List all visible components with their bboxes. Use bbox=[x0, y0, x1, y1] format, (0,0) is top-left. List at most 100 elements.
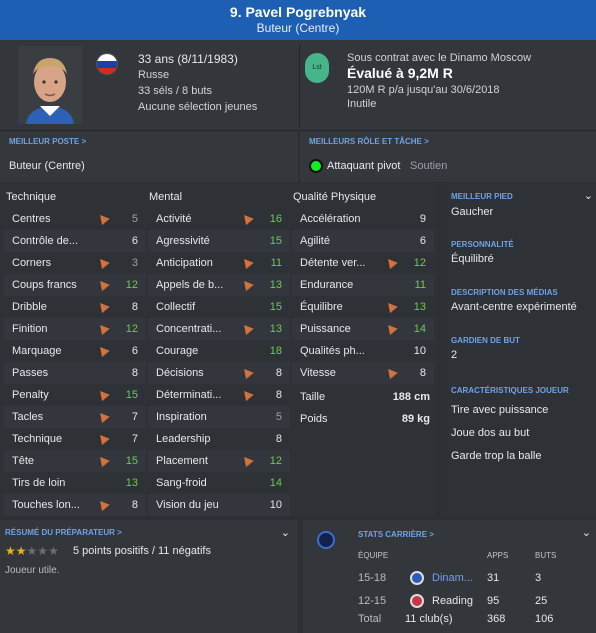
contract-info: Sous contrat avec le Dinamo Moscow Évalu… bbox=[347, 51, 531, 111]
career-team[interactable]: Dinam... bbox=[432, 572, 473, 584]
career-apps: 31 bbox=[487, 572, 500, 584]
attribute-value: 8 bbox=[275, 433, 282, 445]
career-team[interactable]: 11 club(s) bbox=[405, 613, 452, 625]
chevron-down-icon[interactable]: ⌄ bbox=[582, 526, 591, 539]
best-role-link[interactable]: MEILLEURS RÔLE ET TÂCHE > bbox=[309, 137, 429, 146]
attribute-row: Corners 3 bbox=[4, 252, 146, 274]
player-name: 9. Pavel Pogrebnyak bbox=[229, 4, 367, 20]
attribute-value: 9 bbox=[419, 213, 426, 225]
best-position-link[interactable]: MEILLEUR POSTE > bbox=[9, 137, 86, 146]
attribute-value: 8 bbox=[131, 499, 138, 511]
attribute-name: Puissance bbox=[300, 323, 351, 335]
attribute-row: Placement 12 bbox=[148, 450, 290, 472]
best-role-value: Attaquant pivot bbox=[327, 160, 401, 172]
attribute-name: Passes bbox=[12, 367, 49, 379]
career-goals: 25 bbox=[535, 595, 548, 607]
career-stats-link[interactable]: STATS CARRIÈRE > bbox=[358, 530, 434, 539]
attribute-name: Technique bbox=[12, 433, 63, 445]
attribute-row: Déterminati... 8 bbox=[148, 384, 290, 406]
career-apps: 95 bbox=[487, 595, 500, 607]
attribute-row: Coups francs 12 bbox=[4, 274, 146, 296]
best-position-panel: MEILLEUR POSTE > Buteur (Centre) bbox=[0, 131, 298, 182]
player-caps: 33 séls / 8 buts bbox=[138, 85, 212, 97]
attribute-value: 13 bbox=[413, 301, 426, 313]
attribute-row: Tirs de loin 13 bbox=[4, 472, 146, 494]
attributes-panel: Technique Mental Qualité Physique Centre… bbox=[0, 183, 438, 516]
focus-arrow-icon bbox=[96, 343, 110, 358]
coach-report-link[interactable]: RÉSUMÉ DU PRÉPARATEUR > bbox=[5, 528, 122, 537]
attribute-row: Qualités ph... 10 bbox=[292, 340, 434, 362]
club-crest-icon bbox=[410, 594, 424, 608]
attribute-row: Endurance 11 bbox=[292, 274, 434, 296]
attribute-value: 10 bbox=[413, 345, 426, 357]
focus-arrow-icon bbox=[96, 211, 110, 226]
best-role-panel: MEILLEURS RÔLE ET TÂCHE > Attaquant pivo… bbox=[300, 131, 596, 182]
personality-value: Équilibré bbox=[451, 253, 494, 265]
attribute-value: 15 bbox=[269, 301, 282, 313]
best-position-value: Buteur (Centre) bbox=[9, 160, 85, 172]
star-icon: ★ bbox=[26, 544, 38, 558]
attribute-row: Dribble 8 bbox=[4, 296, 146, 318]
attribute-value: 6 bbox=[419, 235, 426, 247]
attribute-row: Tête 15 bbox=[4, 450, 146, 472]
attribute-name: Vitesse bbox=[300, 367, 336, 379]
focus-arrow-icon bbox=[384, 365, 398, 380]
focus-arrow-icon bbox=[96, 409, 110, 424]
coach-report-panel: RÉSUMÉ DU PRÉPARATEUR > ⌄ ★★★★★ 5 points… bbox=[0, 520, 298, 633]
career-team[interactable]: Reading bbox=[432, 595, 473, 607]
player-photo bbox=[18, 46, 82, 124]
attribute-value: 12 bbox=[125, 279, 138, 291]
coach-summary: 5 points positifs / 11 négatifs bbox=[73, 545, 211, 557]
attribute-row: Leadership 8 bbox=[148, 428, 290, 450]
attribute-name: Finition bbox=[12, 323, 48, 335]
attribute-value: 13 bbox=[269, 323, 282, 335]
coach-note: Joueur utile. bbox=[5, 565, 60, 576]
attribute-name: Activité bbox=[156, 213, 192, 225]
attribute-row: Courage 18 bbox=[148, 340, 290, 362]
attribute-value: 6 bbox=[131, 345, 138, 357]
attribute-name: Penalty bbox=[12, 389, 49, 401]
attribute-name: Vision du jeu bbox=[156, 499, 219, 511]
attribute-name: Décisions bbox=[156, 367, 204, 379]
chevron-down-icon[interactable]: ⌄ bbox=[584, 189, 593, 202]
col-goals-header: BUTS bbox=[535, 551, 557, 560]
football-icon bbox=[317, 531, 335, 549]
chevron-down-icon[interactable]: ⌄ bbox=[281, 526, 290, 539]
attribute-row: Puissance 14 bbox=[292, 318, 434, 340]
focus-arrow-icon bbox=[96, 497, 110, 512]
star-icon: ★ bbox=[37, 544, 49, 558]
attribute-value: 14 bbox=[413, 323, 426, 335]
attribute-row: Appels de b... 13 bbox=[148, 274, 290, 296]
media-label: DESCRIPTION DES MÉDIAS bbox=[451, 288, 558, 297]
attribute-value: 11 bbox=[414, 279, 426, 291]
attribute-value: 5 bbox=[131, 213, 138, 225]
player-personal-info: 33 ans (8/11/1983) Russe 33 séls / 8 but… bbox=[138, 51, 257, 115]
weight-row: Poids 89 kg bbox=[292, 408, 438, 430]
career-season: 15-18 bbox=[358, 572, 387, 584]
attribute-name: Marquage bbox=[12, 345, 62, 357]
focus-arrow-icon bbox=[96, 321, 110, 336]
star-icon: ★ bbox=[5, 544, 16, 558]
attribute-value: 5 bbox=[275, 411, 282, 423]
attribute-row: Agilité 6 bbox=[292, 230, 434, 252]
attribute-name: Courage bbox=[156, 345, 199, 357]
attribute-row: Décisions 8 bbox=[148, 362, 290, 384]
attribute-row: Inspiration 5 bbox=[148, 406, 290, 428]
attribute-value: 8 bbox=[419, 367, 426, 379]
best-foot-label: MEILLEUR PIED bbox=[451, 192, 513, 201]
attribute-value: 14 bbox=[269, 477, 282, 489]
goalkeeper-label: GARDIEN DE BUT bbox=[451, 336, 520, 345]
career-season: Total bbox=[358, 613, 382, 625]
attribute-row: Penalty 15 bbox=[4, 384, 146, 406]
transfer-list-badge[interactable]: Lst bbox=[305, 53, 329, 83]
attribute-value: 6 bbox=[131, 235, 138, 247]
player-age: 33 ans (8/11/1983) bbox=[138, 52, 238, 66]
technique-header: Technique bbox=[6, 191, 57, 203]
career-apps: 368 bbox=[487, 613, 506, 625]
attribute-value: 8 bbox=[275, 367, 282, 379]
career-goals: 106 bbox=[535, 613, 554, 625]
attribute-row: Activité 16 bbox=[148, 208, 290, 230]
attribute-name: Appels de b... bbox=[156, 279, 224, 291]
attribute-row: Touches lon... 8 bbox=[4, 494, 146, 516]
trait-item: Garde trop la balle bbox=[451, 450, 542, 462]
